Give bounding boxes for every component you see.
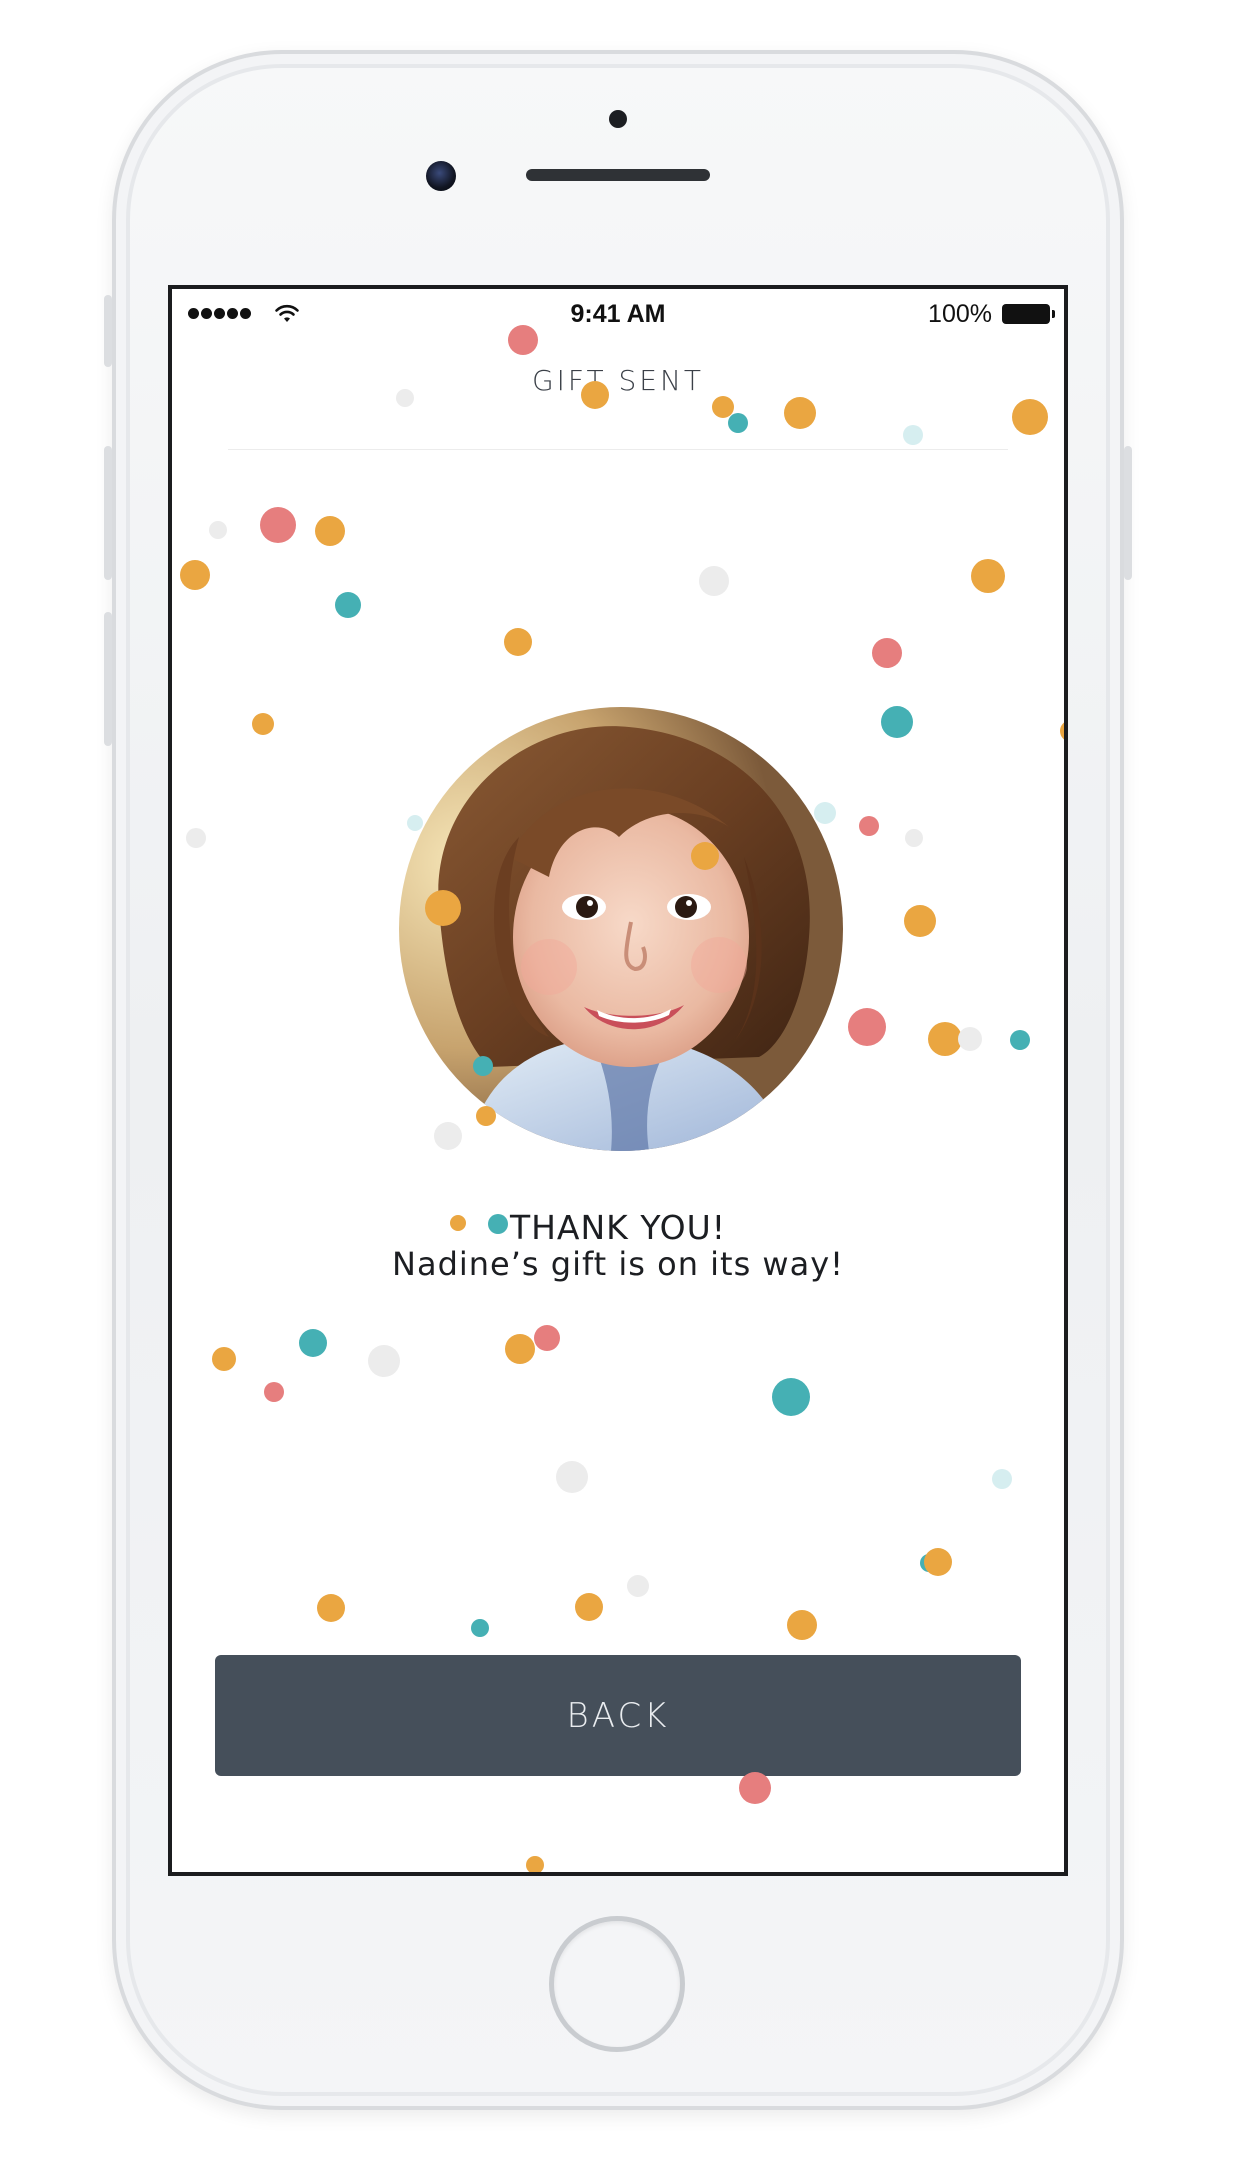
volume-up-button (104, 446, 112, 580)
confetti-dot (903, 425, 923, 445)
confetti-dot (212, 1347, 236, 1371)
home-button (549, 1916, 685, 2052)
confetti-dot (728, 413, 748, 433)
child-photo (399, 707, 843, 1151)
proximity-sensor (609, 110, 627, 128)
confetti-dot (1012, 399, 1048, 435)
status-bar: 9:41 AM 100% (172, 289, 1064, 339)
volume-down-button (104, 612, 112, 746)
confetti-dot (739, 1772, 771, 1804)
earpiece-speaker (526, 169, 710, 181)
confetti-dot (787, 1610, 817, 1640)
mute-switch (104, 295, 112, 367)
confetti-dot (958, 1027, 982, 1051)
battery-icon (1002, 304, 1055, 324)
confetti-dot (905, 829, 923, 847)
confetti-dot (859, 816, 879, 836)
confetti-dot (1010, 1030, 1030, 1050)
confetti-dot (434, 1122, 462, 1150)
confetti-dot (299, 1329, 327, 1357)
page-title: GIFT SENT (531, 364, 705, 397)
app-screen: 9:41 AM 100% GIFT SENT THANK YOU! Nadine… (168, 285, 1068, 1876)
confetti-dot (575, 1593, 603, 1621)
confetti-dot (526, 1856, 544, 1872)
confetti-dot (699, 566, 729, 596)
confetti-dot (784, 397, 816, 429)
confetti-dot (504, 628, 532, 656)
confetti-dot (971, 559, 1005, 593)
power-button (1124, 446, 1132, 580)
thank-you-heading: THANK YOU! (509, 1208, 727, 1247)
child-photo-illustration (399, 707, 843, 1151)
battery-percentage: 100% (928, 300, 992, 328)
confetti-dot (712, 396, 734, 418)
confetti-dot (992, 1469, 1012, 1489)
confetti-dot (315, 516, 345, 546)
confetti-dot (505, 1334, 535, 1364)
confetti-dot (368, 1345, 400, 1377)
device-mockup: 9:41 AM 100% GIFT SENT THANK YOU! Nadine… (0, 0, 1236, 2164)
front-camera (426, 161, 456, 191)
confetti-dot (260, 507, 296, 543)
back-button[interactable]: BACK (215, 1655, 1021, 1776)
confetti-dot (920, 1554, 938, 1572)
confetti-dot (904, 905, 936, 937)
confetti-dot (471, 1619, 489, 1637)
confetti-dot (627, 1575, 649, 1597)
confetti-dot (1060, 720, 1064, 742)
confetti-dot (928, 1022, 962, 1056)
confetti-dot (534, 1325, 560, 1351)
confetti-dot (252, 713, 274, 735)
confirmation-message: Nadine’s gift is on its way! (392, 1245, 844, 1283)
confetti-dot (264, 1382, 284, 1402)
confetti-dot (924, 1548, 952, 1576)
confetti-dot (848, 1008, 886, 1046)
confetti-dot (209, 521, 227, 539)
confetti-dot (335, 592, 361, 618)
confetti-dot (556, 1461, 588, 1493)
confetti-dot (407, 815, 423, 831)
confetti-dot (814, 802, 836, 824)
confetti-dot (881, 706, 913, 738)
confetti-dot (872, 638, 902, 668)
confetti-dot (186, 828, 206, 848)
confetti-dot (772, 1378, 810, 1416)
header-divider (228, 449, 1008, 450)
confetti-dot (180, 560, 210, 590)
confetti-dot (317, 1594, 345, 1622)
